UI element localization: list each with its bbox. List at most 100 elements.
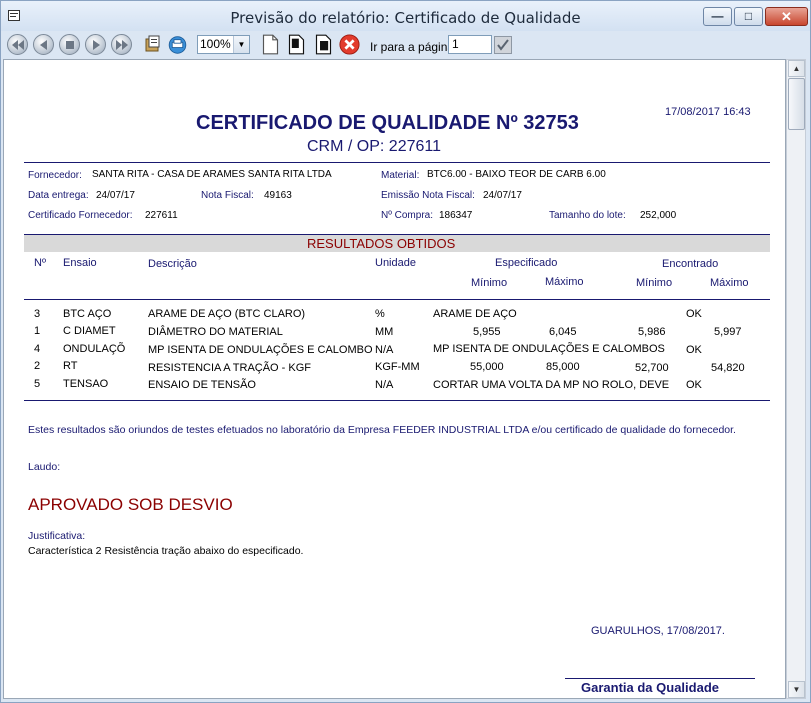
title-bar[interactable]: Previsão do relatório: Certificado de Qu… <box>1 1 810 31</box>
save-as-icon[interactable] <box>313 34 334 55</box>
report-page: 17/08/2017 16:43 CERTIFICADO DE QUALIDAD… <box>3 59 786 699</box>
report-subtitle: CRM / OP: 227611 <box>307 138 441 156</box>
justificativa-value: Característica 2 Resistência tração abai… <box>28 545 304 557</box>
col-ensaio: Ensaio <box>63 257 97 269</box>
export-icon[interactable] <box>143 34 164 55</box>
row-esp-min: CORTAR UMA VOLTA DA MP NO ROLO, DEVE <box>433 379 670 391</box>
row-enc-min: 52,700 <box>635 362 669 374</box>
fornecedor-label: Fornecedor: <box>28 170 82 181</box>
next-page-button[interactable] <box>85 34 106 55</box>
scroll-down-button[interactable]: ▼ <box>788 681 805 698</box>
prev-page-button[interactable] <box>33 34 54 55</box>
signature-line <box>565 678 755 679</box>
report-datetime: 17/08/2017 16:43 <box>665 106 751 118</box>
divider-table-bottom <box>24 400 770 401</box>
next-page-icon <box>93 40 100 50</box>
row-descricao: RESISTENCIA A TRAÇÃO - KGF <box>148 362 312 374</box>
maximize-button[interactable]: □ <box>734 7 763 26</box>
row-ensaio: ONDULAÇÕ <box>63 343 126 355</box>
fornecedor-value: SANTA RITA - CASA DE ARAMES SANTA RITA L… <box>92 169 332 180</box>
last-page-icon <box>116 40 128 50</box>
divider-table-head <box>24 299 770 300</box>
row-enc-max: 5,997 <box>714 326 742 338</box>
results-title: RESULTADOS OBTIDOS <box>307 236 456 251</box>
chevron-down-icon: ▼ <box>233 36 249 53</box>
material-label: Material: <box>381 170 420 181</box>
close-icon: ✕ <box>781 9 792 24</box>
row-unidade: N/A <box>375 379 394 391</box>
row-ensaio: TENSAO <box>63 378 109 390</box>
chevron-up-icon: ▲ <box>792 64 801 73</box>
window-title: Previsão do relatório: Certificado de Qu… <box>230 9 581 27</box>
maximize-icon: □ <box>744 9 753 23</box>
row-n: 2 <box>34 360 41 372</box>
row-n: 4 <box>34 343 41 355</box>
row-ensaio: BTC AÇO <box>63 308 112 320</box>
signature-label: Garantia da Qualidade <box>581 680 719 695</box>
row-descricao: ENSAIO DE TENSÃO <box>148 379 256 391</box>
col-unidade: Unidade <box>375 257 416 269</box>
last-page-button[interactable] <box>111 34 132 55</box>
row-unidade: KGF-MM <box>375 361 420 373</box>
row-esp-min: 5,955 <box>473 326 501 338</box>
nota-fiscal-value: 49163 <box>264 190 292 201</box>
vertical-scrollbar[interactable]: ▲ ▼ <box>786 59 806 699</box>
tamanho-value: 252,000 <box>640 210 677 221</box>
stop-button[interactable] <box>59 34 80 55</box>
new-page-icon[interactable] <box>260 34 281 55</box>
first-page-button[interactable] <box>7 34 28 55</box>
row-enc-min: OK <box>686 308 702 320</box>
row-n: 3 <box>34 308 41 320</box>
n-compra-value: 186347 <box>439 210 473 221</box>
place-date: GUARULHOS, 17/08/2017. <box>591 625 725 637</box>
stop-icon <box>66 41 74 49</box>
row-descricao: DIÂMETRO DO MATERIAL <box>148 326 283 338</box>
scroll-up-button[interactable]: ▲ <box>788 60 805 77</box>
emissao-label: Emissão Nota Fiscal: <box>381 190 475 201</box>
nota-fiscal-label: Nota Fiscal: <box>201 190 254 201</box>
col-esp-min: Mínimo <box>471 277 508 289</box>
close-button[interactable]: ✕ <box>765 7 808 26</box>
goto-page-button[interactable] <box>494 36 512 54</box>
minimize-icon: — <box>711 9 724 23</box>
subtitle-value: 227611 <box>388 138 441 155</box>
row-unidade: % <box>375 308 385 320</box>
col-n: Nº <box>34 257 46 269</box>
data-entrega-value: 24/07/17 <box>96 190 135 201</box>
scroll-thumb[interactable] <box>788 78 805 130</box>
prev-page-icon <box>40 40 47 50</box>
subtitle-prefix: CRM / OP: <box>307 138 385 155</box>
print-icon[interactable] <box>167 34 188 55</box>
close-report-icon[interactable] <box>339 34 360 55</box>
row-esp-max: 85,000 <box>546 361 580 373</box>
row-esp-min: MP ISENTA DE ONDULAÇÕES E CALOMBOS <box>433 343 665 355</box>
n-compra-label: Nº Compra: <box>381 210 433 221</box>
material-value: BTC6.00 - BAIXO TEOR DE CARB 6.00 <box>427 169 606 180</box>
emissao-value: 24/07/17 <box>483 190 522 201</box>
save-icon[interactable] <box>286 34 307 55</box>
report-title: CERTIFICADO DE QUALIDADE Nº 32753 <box>196 112 579 134</box>
cert-forn-value: 227611 <box>145 210 178 221</box>
report-preview-window: Previsão do relatório: Certificado de Qu… <box>0 0 811 703</box>
tamanho-label: Tamanho do lote: <box>549 210 626 221</box>
data-entrega-label: Data entrega: <box>28 190 89 201</box>
minimize-button[interactable]: — <box>703 7 732 26</box>
col-encontrado: Encontrado <box>662 258 719 270</box>
row-esp-min: ARAME DE AÇO <box>433 308 517 320</box>
goto-page-input[interactable]: 1 <box>448 35 492 54</box>
row-esp-max: 6,045 <box>549 326 577 338</box>
row-enc-min: 5,986 <box>638 326 666 338</box>
col-enc-max: Máximo <box>710 277 749 289</box>
row-descricao: MP ISENTA DE ONDULAÇÕES E CALOMBO <box>148 344 373 356</box>
goto-page-label: Ir para a página <box>370 40 455 54</box>
row-enc-min: OK <box>686 344 702 356</box>
col-esp-max: Máximo <box>545 276 584 288</box>
row-esp-min: 55,000 <box>470 361 504 373</box>
chevron-down-icon: ▼ <box>792 685 801 694</box>
laudo-value: APROVADO SOB DESVIO <box>28 495 233 514</box>
zoom-select[interactable]: 100% ▼ <box>197 35 250 54</box>
confirm-icon <box>497 39 509 51</box>
row-enc-max: 54,820 <box>711 362 745 374</box>
row-n: 5 <box>34 378 41 390</box>
row-enc-min: OK <box>686 379 702 391</box>
